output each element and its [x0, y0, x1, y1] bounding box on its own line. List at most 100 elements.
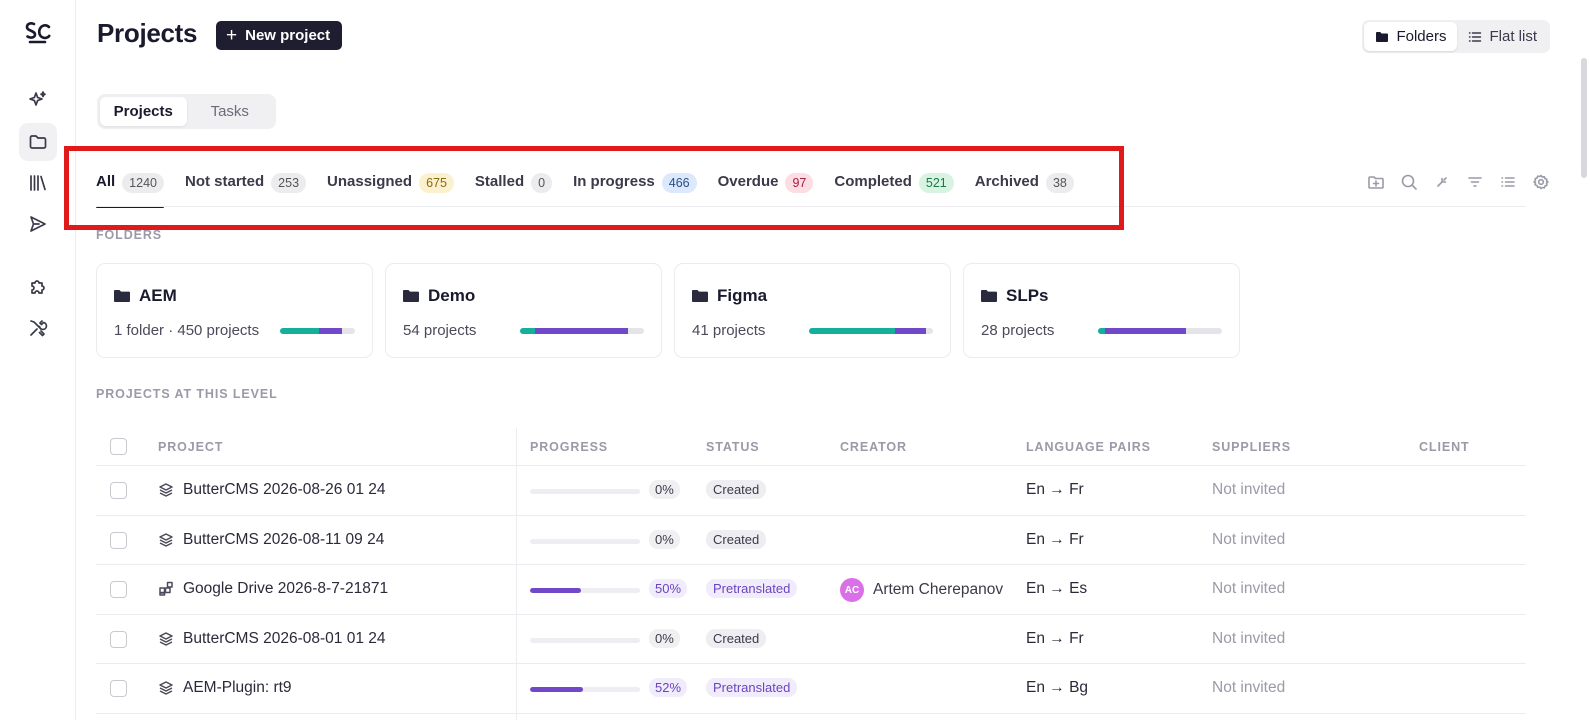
sidebar-item-send[interactable]	[19, 205, 57, 243]
progress-percent: 0%	[649, 628, 680, 648]
table-row[interactable]: ButterCMS 2026-08-01 01 24 0% Created En…	[96, 615, 1526, 664]
view-folders-button[interactable]: Folders	[1364, 22, 1458, 51]
folder-icon	[29, 135, 47, 149]
project-name-cell[interactable]: Google Drive 2026-8-7-21871	[158, 580, 388, 598]
tab-label: Unassigned	[327, 173, 413, 190]
progress-bar	[530, 687, 640, 692]
select-all-checkbox[interactable]	[110, 438, 127, 455]
folder-card-aem[interactable]: AEM 1 folder · 450 projects	[96, 263, 373, 358]
segment-tasks[interactable]: Tasks	[187, 97, 274, 126]
project-name-cell[interactable]: ButterCMS 2026-08-11 09 24	[158, 531, 384, 549]
creator-cell: AC Artem Cherepanov	[840, 578, 1003, 602]
completed-segment	[1098, 328, 1106, 334]
project-name: ButterCMS 2026-08-26 01 24	[183, 481, 386, 498]
project-name: ButterCMS 2026-08-11 09 24	[183, 530, 385, 548]
folder-card-figma[interactable]: Figma 41 projects	[674, 263, 951, 358]
folders-section-label: FOLDERS	[96, 228, 163, 242]
library-icon	[30, 175, 46, 191]
sidebar-item-library[interactable]	[19, 164, 57, 202]
new-folder-icon[interactable]	[1367, 173, 1385, 191]
scrollbar[interactable]	[1581, 58, 1587, 418]
tab-label: Overdue	[717, 173, 779, 190]
collapse-icon[interactable]	[1433, 173, 1451, 191]
sidebar-item-ai[interactable]	[19, 81, 57, 119]
projects-tasks-switch: Projects Tasks	[97, 94, 276, 129]
view-flat-list-button[interactable]: Flat list	[1457, 22, 1548, 51]
folder-meta: 1 folder · 450 projects	[114, 322, 260, 339]
page-title: Projects	[97, 18, 198, 48]
header-creator[interactable]: CREATOR	[840, 440, 907, 454]
project-name-cell[interactable]: AEM-Plugin: rt9	[158, 679, 292, 697]
sidebar	[0, 0, 76, 720]
projects-section-label: PROJECTS AT THIS LEVEL	[96, 387, 278, 401]
folder-card-slps[interactable]: SLPs 28 projects	[963, 263, 1240, 358]
settings-gear-icon[interactable]	[1532, 173, 1550, 191]
header-language-pairs[interactable]: LANGUAGE PAIRS	[1026, 440, 1151, 454]
suppliers-value: Not invited	[1212, 481, 1286, 498]
table-row[interactable]: ButterCMS 2026-08-11 09 24 0% Created En…	[96, 516, 1526, 565]
suppliers-value: Not invited	[1212, 530, 1286, 548]
progress-fill	[530, 588, 581, 593]
language-pair: En → Fr	[1026, 481, 1084, 498]
status-badge: Created	[706, 480, 767, 499]
layers-icon	[159, 681, 173, 695]
tab-not-started[interactable]: Not started 253	[185, 170, 307, 208]
tab-label: Archived	[974, 173, 1039, 190]
header-client[interactable]: CLIENT	[1419, 440, 1470, 454]
status-badge: Created	[706, 628, 767, 648]
progress-bar	[530, 637, 640, 643]
header-progress[interactable]: PROGRESS	[530, 440, 608, 454]
tab-stalled[interactable]: Stalled 0	[475, 170, 553, 208]
row-checkbox[interactable]	[110, 630, 127, 648]
folder-card-demo[interactable]: Demo 54 projects	[385, 263, 662, 358]
puzzle-icon	[31, 280, 45, 294]
project-name-cell[interactable]: ButterCMS 2026-08-01 01 24	[158, 630, 385, 648]
project-name: ButterCMS 2026-08-01 01 24	[183, 629, 386, 647]
tab-in-progress[interactable]: In progress 466	[573, 170, 697, 208]
sparkle-icon	[29, 91, 46, 106]
filter-icon[interactable]	[1466, 173, 1484, 191]
folder-progress-bar	[1098, 328, 1222, 334]
row-checkbox[interactable]	[110, 680, 127, 697]
tab-completed[interactable]: Completed 521	[834, 170, 954, 208]
tab-all[interactable]: All 1240	[96, 170, 164, 208]
row-checkbox[interactable]	[110, 482, 127, 499]
in-progress-segment	[319, 328, 342, 334]
view-toggle: Folders Flat list	[1362, 20, 1550, 53]
tab-overdue[interactable]: Overdue 97	[718, 170, 814, 208]
list-view-icon[interactable]	[1499, 173, 1517, 191]
in-progress-segment	[1105, 328, 1187, 334]
folder-meta: 54 projects	[403, 322, 477, 339]
projects-table: PROJECT PROGRESS STATUS CREATOR LANGUAGE…	[96, 428, 1526, 720]
progress-bar	[530, 489, 640, 494]
search-icon[interactable]	[1400, 173, 1418, 191]
header-project[interactable]: PROJECT	[158, 440, 223, 454]
layers-icon	[159, 483, 173, 497]
sidebar-item-projects[interactable]	[19, 123, 57, 161]
progress-bar	[530, 538, 640, 544]
integration-icon	[159, 581, 173, 596]
folder-progress-bar	[280, 328, 355, 334]
table-row[interactable]: AEM-Plugin: rt9 52% Pretranslated En → B…	[96, 664, 1526, 714]
header-suppliers[interactable]: SUPPLIERS	[1212, 440, 1291, 454]
scrollbar-thumb[interactable]	[1581, 58, 1587, 178]
segment-projects[interactable]: Projects	[100, 97, 187, 126]
language-pair: En → Es	[1026, 580, 1088, 597]
tools-icon	[30, 320, 48, 337]
row-checkbox[interactable]	[110, 531, 127, 549]
table-row[interactable]: Google Drive 2026-8-7-21871 50% Pretrans…	[96, 565, 1526, 615]
logo-icon[interactable]	[22, 18, 54, 50]
tab-unassigned[interactable]: Unassigned 675	[327, 170, 454, 208]
status-badge: Pretranslated	[706, 579, 798, 598]
sidebar-item-integrations[interactable]	[19, 267, 57, 305]
folder-icon	[1376, 31, 1389, 42]
row-checkbox[interactable]	[110, 581, 127, 598]
status-badge: Created	[706, 529, 767, 549]
table-row[interactable]: ButterCMS 2026-08-26 01 24 0% Created En…	[96, 466, 1526, 516]
sidebar-item-tools[interactable]	[19, 309, 57, 347]
header-status[interactable]: STATUS	[706, 440, 760, 454]
new-project-button[interactable]: + New project	[216, 21, 343, 50]
tab-archived[interactable]: Archived 38	[975, 170, 1074, 208]
project-name-cell[interactable]: ButterCMS 2026-08-26 01 24	[158, 481, 385, 499]
folder-meta: 41 projects	[692, 322, 766, 339]
